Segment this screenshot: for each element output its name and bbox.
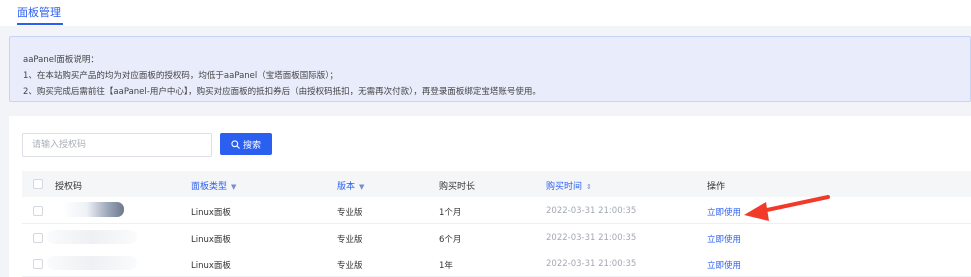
cell-purchase-time: 2022-03-31 21:00:35 [546, 206, 637, 216]
search-icon [231, 139, 240, 149]
header-version-sort[interactable]: 版本 ▼ [337, 179, 364, 192]
notice-line-1: 1、在本站购买产品的均为对应面板的授权码，均低于aaPanel（宝塔面板国际版）… [23, 71, 339, 81]
active-tab-indicator [17, 23, 63, 25]
row-checkbox[interactable] [33, 206, 43, 216]
cell-panel-type: Linux面板 [191, 208, 231, 218]
annotation-arrow-icon [744, 195, 830, 221]
dropdown-caret-icon: ▼ [231, 183, 237, 191]
header-purchase-time-sort[interactable]: 购买时间 ⇕ [546, 179, 592, 192]
license-code-search-input[interactable] [22, 133, 212, 157]
cell-panel-type: Linux面板 [191, 261, 231, 271]
tab-panel-manage[interactable]: 面板管理 [17, 4, 61, 20]
cell-version: 专业版 [337, 261, 363, 271]
use-now-link[interactable]: 立即使用 [707, 259, 741, 271]
redacted-code [47, 256, 137, 270]
use-now-link[interactable]: 立即使用 [707, 233, 741, 245]
redacted-code [62, 202, 124, 217]
use-now-link[interactable]: 立即使用 [707, 206, 741, 218]
cell-duration: 1个月 [439, 208, 462, 218]
header-duration: 购买时长 [439, 182, 476, 192]
select-all-checkbox[interactable] [33, 179, 43, 189]
search-button-label: 搜索 [242, 139, 261, 150]
redacted-code [47, 230, 137, 244]
cell-version: 专业版 [337, 208, 363, 218]
row-checkbox[interactable] [33, 233, 43, 243]
top-tab-bar: 面板管理 [0, 0, 971, 26]
table-row: Linux面板 专业版 6个月 2022-03-31 21:00:35 立即使用 [22, 224, 971, 251]
cell-panel-type: Linux面板 [191, 235, 231, 245]
cell-duration: 6个月 [439, 235, 462, 245]
header-code: 授权码 [55, 182, 83, 192]
cell-version: 专业版 [337, 235, 363, 245]
notice-title: aaPanel面板说明： [23, 55, 99, 65]
notice-box: aaPanel面板说明： 1、在本站购买产品的均为对应面板的授权码，均低于aaP… [9, 36, 971, 102]
header-action: 操作 [707, 182, 726, 192]
sort-icon: ⇕ [586, 183, 592, 191]
header-panel-type-label: 面板类型 [191, 182, 228, 192]
notice-line-2: 2、购买完成后需前往【aaPanel-用户中心】，购买对应面板的抵扣券后（由授权… [23, 87, 541, 97]
header-purchase-time-label: 购买时间 [546, 182, 583, 192]
header-version-label: 版本 [337, 182, 356, 192]
dropdown-caret-icon: ▼ [359, 183, 365, 191]
header-panel-type-sort[interactable]: 面板类型 ▼ [191, 179, 236, 192]
cell-duration: 1年 [439, 261, 453, 271]
cell-purchase-time: 2022-03-31 21:00:35 [546, 233, 637, 243]
search-button[interactable]: 搜索 [220, 133, 272, 155]
row-checkbox[interactable] [33, 259, 43, 269]
cell-purchase-time: 2022-03-31 21:00:35 [546, 259, 637, 269]
table-row: Linux面板 专业版 1年 2022-03-31 21:00:35 立即使用 [22, 250, 971, 277]
